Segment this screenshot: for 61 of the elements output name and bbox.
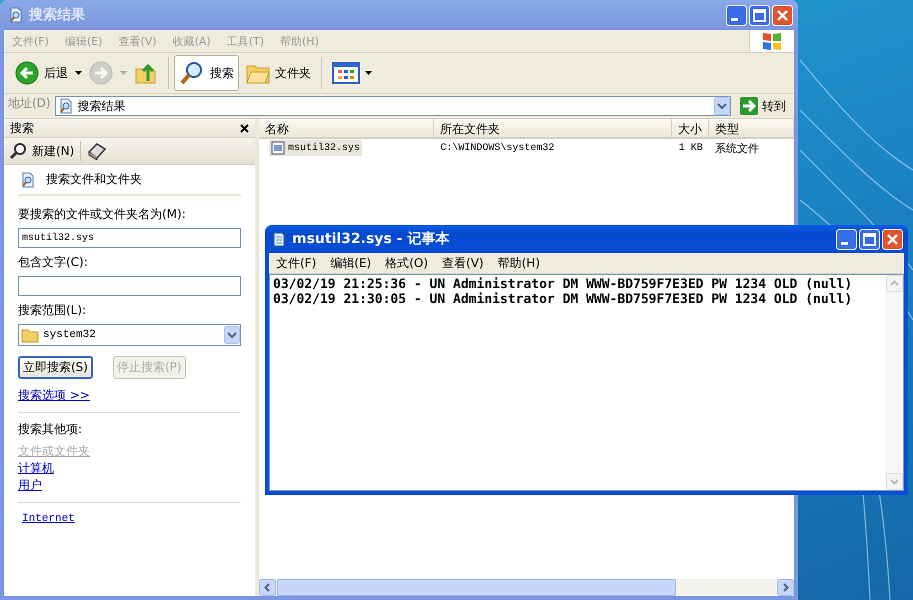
scroll-right-icon[interactable] xyxy=(777,579,794,596)
window-title: msutil32.sys - 记事本 xyxy=(292,230,450,248)
column-header[interactable]: 类型 xyxy=(708,119,794,137)
close-icon[interactable] xyxy=(882,228,903,250)
windows-logo-icon xyxy=(761,31,783,51)
table-cell-text: 1 KB xyxy=(678,142,704,154)
field-label: 要搜索的文件或文件夹名为(M): xyxy=(18,206,187,223)
search-document-icon xyxy=(58,98,74,114)
menu-item[interactable]: 查看(V) xyxy=(435,254,491,272)
link[interactable]: 搜索选项 >> xyxy=(18,387,90,404)
menu-item[interactable]: 格式(O) xyxy=(378,254,436,272)
search-button[interactable]: 立即搜索(S) xyxy=(18,356,93,379)
caret-icon[interactable] xyxy=(75,71,82,75)
file-name-cell[interactable]: msutil32.sys xyxy=(269,140,362,156)
input-field[interactable] xyxy=(18,276,241,296)
maximize-icon[interactable] xyxy=(859,228,880,250)
input-field[interactable]: msutil32.sys xyxy=(18,228,241,248)
search-button[interactable]: 搜索 xyxy=(174,55,239,91)
section-heading: 搜索其他项: xyxy=(18,421,84,438)
minimize-icon[interactable] xyxy=(836,228,857,250)
search-document-icon xyxy=(20,172,36,188)
close-icon[interactable] xyxy=(772,4,793,26)
pane-title: 搜索 xyxy=(10,120,34,136)
scroll-left-icon[interactable] xyxy=(259,579,276,596)
search-document-icon xyxy=(8,7,24,23)
address-label: 地址(D) xyxy=(8,95,51,112)
dropdown-field[interactable]: system32 xyxy=(18,324,241,346)
folders-button[interactable]: 文件夹 xyxy=(241,55,316,91)
search-icon xyxy=(179,60,205,86)
book-icon[interactable] xyxy=(87,142,108,160)
views-icon[interactable] xyxy=(332,62,360,84)
folder-icon xyxy=(21,328,39,342)
menu-item[interactable]: 帮助(H) xyxy=(490,254,547,272)
go-button[interactable]: 转到 xyxy=(735,96,790,116)
link[interactable]: Internet xyxy=(18,511,75,528)
table-cell-text: 系统文件 xyxy=(714,140,760,156)
column-header[interactable]: 所在文件夹 xyxy=(434,119,672,137)
caret-icon xyxy=(120,71,127,75)
horizontal-scrollbar[interactable] xyxy=(259,579,794,596)
table-cell-text: C:\WINDOWS\system32 xyxy=(439,142,556,154)
column-header[interactable]: 大小 xyxy=(672,119,709,137)
menu-item[interactable]: 编辑(E) xyxy=(323,254,378,272)
column-header[interactable]: 名称 xyxy=(259,119,434,137)
text-line: 03/02/19 21:25:36 - UN Administrator DM WWW-BD759F7E3ED PW 1234 OLD (null) xyxy=(273,277,854,292)
notepad-icon xyxy=(271,231,287,247)
folder-up-icon[interactable] xyxy=(134,61,158,85)
magnifier-icon xyxy=(10,142,28,160)
pane-heading: 搜索文件和文件夹 xyxy=(46,171,142,188)
back-button[interactable]: 后退 xyxy=(10,55,73,91)
link[interactable]: 计算机 xyxy=(18,460,54,477)
caret-icon[interactable] xyxy=(365,71,372,75)
maximize-icon[interactable] xyxy=(749,4,770,26)
system-file-icon xyxy=(271,141,285,155)
minimize-icon[interactable] xyxy=(726,4,747,26)
field-label: 搜索范围(L): xyxy=(18,302,88,319)
text-line: 03/02/19 21:30:05 - UN Administrator DM WWW-BD759F7E3ED PW 1234 OLD (null) xyxy=(273,292,854,307)
link[interactable]: 用户 xyxy=(18,477,42,494)
address-field[interactable]: 搜索结果 xyxy=(54,96,731,116)
window-title: 搜索结果 xyxy=(29,6,86,24)
field-label: 包含文字(C): xyxy=(18,254,89,271)
menu-item[interactable]: 文件(F) xyxy=(269,254,324,272)
